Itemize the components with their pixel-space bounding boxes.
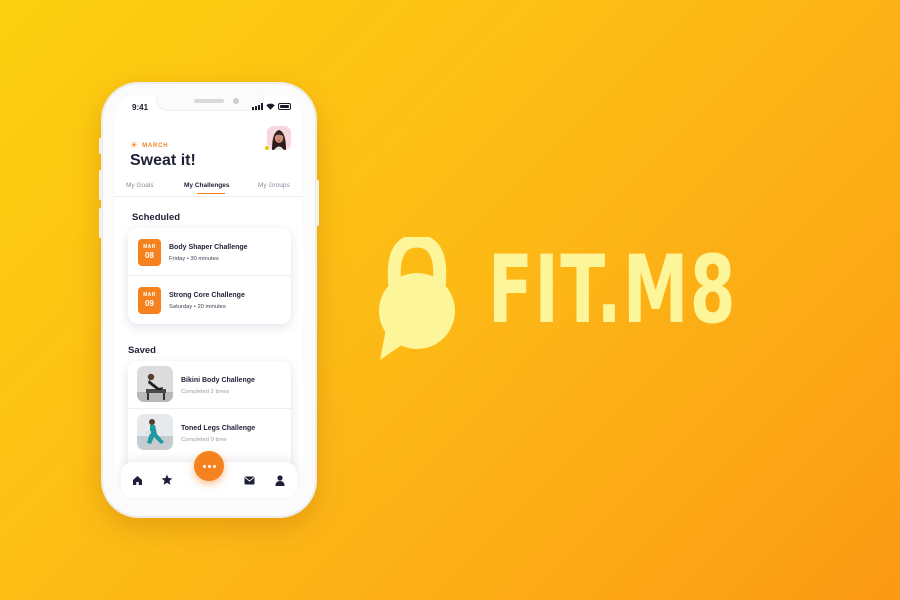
online-status-dot: [264, 145, 270, 151]
battery-icon: [278, 103, 291, 110]
tab-my-goals[interactable]: My Goals: [126, 182, 153, 189]
sun-icon: ☀: [130, 140, 139, 150]
status-time: 9:41: [132, 103, 149, 112]
workout-photo: [137, 414, 173, 450]
challenge-completions: Completed 0 time: [181, 437, 227, 443]
date-badge: MAR 09: [138, 287, 161, 314]
power-button: [316, 180, 319, 226]
challenge-thumbnail: [137, 414, 173, 450]
saved-item[interactable]: Toned Legs Challenge Completed 0 time: [128, 408, 291, 455]
challenge-tabs: My Goals My Challenges My Groups: [115, 179, 303, 197]
mute-switch: [99, 138, 102, 154]
phone-mockup: 9:41 ☀ MARCH Sweat it! My Goals My Chall…: [99, 82, 319, 518]
volume-up-button: [99, 170, 102, 200]
challenge-name: Body Shaper Challenge: [169, 244, 248, 251]
status-icons: [252, 103, 291, 110]
volume-down-button: [99, 208, 102, 238]
home-icon[interactable]: [130, 473, 144, 487]
challenge-name: Strong Core Challenge: [169, 292, 245, 299]
challenge-completions: Completed 2 times: [181, 389, 230, 395]
challenge-name: Toned Legs Challenge: [181, 425, 256, 432]
phone-notch: [156, 95, 264, 111]
date-badge-day: 08: [145, 251, 154, 260]
challenge-name: Bikini Body Challenge: [181, 377, 255, 384]
brand-wordmark: FIT.M8: [488, 236, 737, 345]
date-badge-month: MAR: [143, 244, 156, 250]
date-badge: MAR 08: [138, 239, 161, 266]
challenge-schedule: Saturday • 20 minutes: [169, 304, 226, 310]
profile-icon[interactable]: [273, 473, 287, 487]
tab-my-challenges[interactable]: My Challenges: [184, 182, 230, 189]
scheduled-item[interactable]: MAR 08 Body Shaper Challenge Friday • 30…: [128, 228, 291, 275]
scheduled-item[interactable]: MAR 09 Strong Core Challenge Saturday • …: [128, 275, 291, 322]
tab-my-groups[interactable]: My Groups: [258, 182, 290, 189]
date-badge-day: 09: [145, 299, 154, 308]
scheduled-card: MAR 08 Body Shaper Challenge Friday • 30…: [128, 228, 291, 324]
workout-photo: [137, 366, 173, 402]
avatar[interactable]: [267, 126, 291, 150]
wifi-icon: [266, 103, 275, 110]
challenge-schedule: Friday • 30 minutes: [169, 256, 219, 262]
mail-icon[interactable]: [242, 473, 256, 487]
month-indicator: ☀ MARCH: [130, 141, 168, 150]
front-camera: [233, 98, 239, 104]
star-icon[interactable]: [160, 473, 174, 487]
speaker-grille: [194, 99, 224, 103]
avatar-image: [267, 126, 291, 150]
more-icon[interactable]: [194, 451, 224, 481]
page-title: Sweat it!: [130, 152, 196, 169]
kettlebell-logo-icon: [379, 237, 455, 360]
phone-screen: 9:41 ☀ MARCH Sweat it! My Goals My Chall…: [115, 95, 303, 505]
signal-icon: [252, 103, 263, 110]
scheduled-heading: Scheduled: [132, 212, 181, 223]
saved-heading: Saved: [128, 345, 156, 356]
month-label: MARCH: [142, 142, 169, 149]
saved-item[interactable]: Bikini Body Challenge Completed 2 times: [128, 361, 291, 408]
active-tab-indicator: [197, 193, 225, 194]
date-badge-month: MAR: [143, 292, 156, 298]
challenge-thumbnail: [137, 366, 173, 402]
